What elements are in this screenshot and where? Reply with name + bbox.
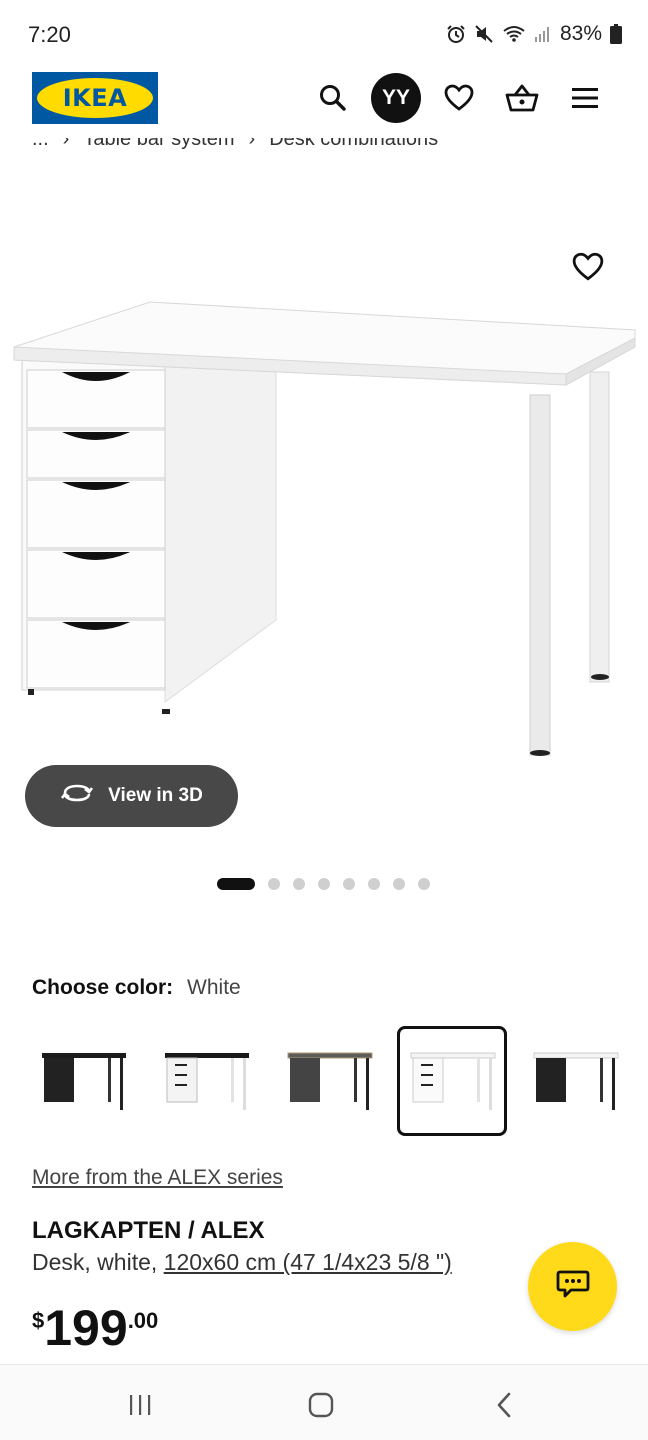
carousel-dot[interactable] <box>343 878 355 890</box>
swatch-gray-anthracite[interactable] <box>274 1026 384 1136</box>
price-decimal: .00 <box>127 1308 159 1333</box>
alarm-icon <box>446 24 466 44</box>
color-swatches <box>28 1026 630 1136</box>
back-icon[interactable] <box>484 1387 524 1423</box>
logo-text: IKEA <box>62 84 128 112</box>
home-icon[interactable] <box>301 1387 341 1423</box>
search-icon[interactable] <box>311 76 355 120</box>
view-in-3d-button[interactable]: View in 3D <box>25 765 238 827</box>
battery-text: 83% <box>559 22 602 45</box>
recent-apps-icon[interactable] <box>120 1387 160 1423</box>
color-label: Choose color: <box>32 976 174 999</box>
product-name: LAGKAPTEN / ALEX <box>32 1217 265 1244</box>
carousel-dot-active[interactable] <box>217 878 255 890</box>
status-icons: 83% <box>446 22 622 46</box>
product-desc-prefix: Desk, white, <box>32 1249 164 1275</box>
basket-icon[interactable] <box>500 76 544 120</box>
chat-icon <box>556 1269 590 1304</box>
signal-icon <box>534 25 552 43</box>
carousel-dot[interactable] <box>393 878 405 890</box>
swatch-white-selected[interactable] <box>397 1026 507 1136</box>
status-time: 7:20 <box>28 22 71 47</box>
breadcrumb-item[interactable]: Table bar system <box>83 138 234 151</box>
breadcrumb: ... › Table bar system › Desk combinatio… <box>32 138 438 162</box>
swatch-white-black[interactable] <box>520 1026 630 1136</box>
carousel-dot[interactable] <box>268 878 280 890</box>
carousel-dot[interactable] <box>368 878 380 890</box>
product-image <box>13 301 636 756</box>
color-value: White <box>187 976 241 999</box>
status-bar: 7:20 83% <box>0 0 648 70</box>
carousel-dot[interactable] <box>418 878 430 890</box>
carousel-dot[interactable] <box>293 878 305 890</box>
favorite-heart-icon[interactable] <box>572 252 608 288</box>
mute-icon <box>474 24 494 44</box>
view-in-3d-label: View in 3D <box>108 785 203 806</box>
menu-icon[interactable] <box>563 76 607 120</box>
breadcrumb-separator: › <box>62 138 70 150</box>
swatch-black-brown[interactable] <box>28 1026 138 1136</box>
ikea-logo[interactable]: IKEA <box>32 72 158 124</box>
product-dimensions-link[interactable]: 120x60 cm (47 1/4x23 5/8 ") <box>164 1249 452 1275</box>
swatch-black-white[interactable] <box>151 1026 261 1136</box>
product-description: Desk, white, 120x60 cm (47 1/4x23 5/8 ") <box>32 1249 452 1276</box>
breadcrumb-separator: › <box>248 138 256 150</box>
battery-icon <box>610 24 622 44</box>
price-currency: $ <box>32 1308 45 1333</box>
avatar[interactable]: YY <box>371 73 421 123</box>
system-nav-bar <box>0 1364 648 1440</box>
more-from-series-link[interactable]: More from the ALEX series <box>32 1166 283 1190</box>
breadcrumb-ellipsis[interactable]: ... <box>32 138 49 151</box>
color-chooser: Choose color: White <box>32 976 241 1000</box>
product-price: $ 199 .00 <box>32 1300 158 1356</box>
heart-icon[interactable] <box>437 76 481 120</box>
carousel-dots[interactable] <box>217 878 430 890</box>
breadcrumb-item[interactable]: Desk combinations <box>269 138 438 151</box>
header: IKEA YY <box>0 70 648 130</box>
carousel-dot[interactable] <box>318 878 330 890</box>
rotate-3d-icon <box>60 781 94 811</box>
price-integer: 199 <box>44 1300 128 1356</box>
wifi-icon <box>502 24 526 44</box>
chat-button[interactable] <box>528 1242 617 1331</box>
